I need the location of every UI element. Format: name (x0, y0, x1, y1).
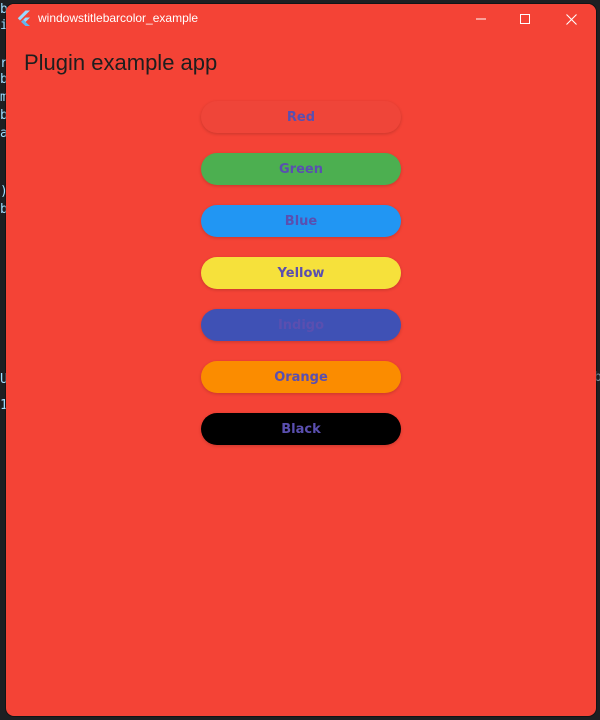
yellow-button[interactable]: Yellow (201, 257, 401, 289)
orange-button-label: Orange (274, 369, 328, 385)
app-window: windowstitlebarcolor_example Plugin exam… (6, 4, 596, 716)
close-icon (565, 13, 577, 25)
indigo-button[interactable]: Indigo (201, 309, 401, 341)
red-button-label: Red (286, 109, 316, 125)
orange-button[interactable]: Orange (201, 361, 401, 393)
indigo-button-label: Indigo (277, 317, 325, 333)
green-button-label: Green (279, 161, 323, 177)
maximize-icon (520, 14, 530, 24)
color-button-list: Red Green Blue Yellow Indigo Orange Blac… (201, 101, 401, 465)
minimize-button[interactable] (458, 4, 504, 34)
green-button[interactable]: Green (201, 153, 401, 185)
blue-button-label: Blue (284, 213, 318, 229)
window-title: windowstitlebarcolor_example (38, 11, 199, 25)
close-button[interactable] (548, 4, 594, 34)
title-bar[interactable]: windowstitlebarcolor_example (6, 4, 596, 34)
blue-button[interactable]: Blue (201, 205, 401, 237)
black-button-label: Black (281, 421, 321, 437)
red-button[interactable]: Red (201, 101, 401, 133)
yellow-button-label: Yellow (277, 265, 325, 281)
page-title: Plugin example app (24, 50, 218, 75)
flutter-logo-icon (16, 10, 32, 26)
minimize-icon (476, 14, 486, 24)
maximize-button[interactable] (502, 4, 548, 34)
black-button[interactable]: Black (201, 413, 401, 445)
